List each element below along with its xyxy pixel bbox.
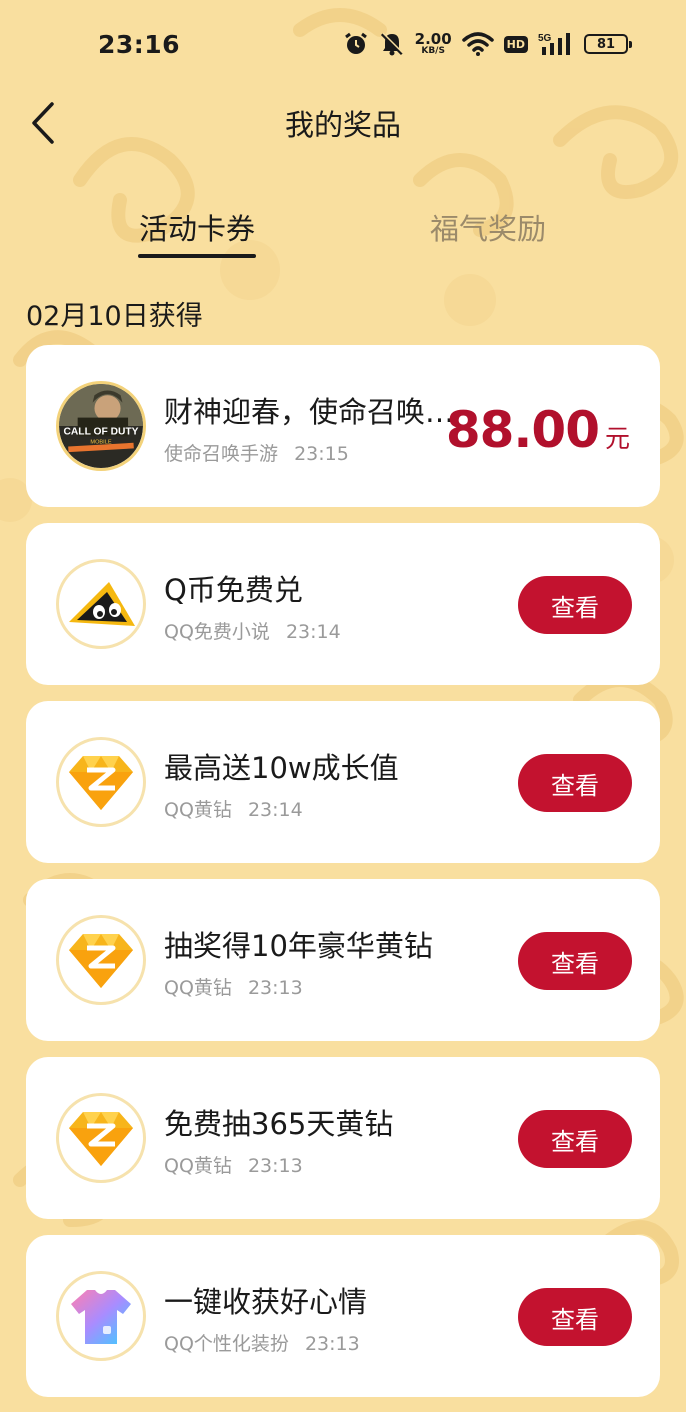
prize-time: 23:13 (304, 1333, 360, 1355)
wifi-icon (461, 32, 494, 56)
prize-meta: QQ黄钻 23:14 (164, 795, 303, 822)
yellow-diamond-icon (56, 915, 146, 1005)
net-speed-value: 2.00 (414, 30, 452, 48)
prize-card[interactable]: 一键收获好心情 QQ个性化装扮 23:13 查看 (26, 1235, 660, 1397)
prize-source: QQ黄钻 (164, 1155, 232, 1177)
call-of-duty-logo: CALL OF DUTY MOBILE (56, 381, 146, 471)
prize-card[interactable]: 最高送10w成长值 QQ黄钻 23:14 查看 (26, 701, 660, 863)
prize-source: QQ个性化装扮 (164, 1333, 289, 1355)
network-label: 5G (538, 33, 552, 44)
prize-title: 免费抽365天黄钻 (164, 1107, 394, 1141)
prize-source: 使命召唤手游 (164, 443, 279, 465)
prize-meta: QQ黄钻 23:13 (164, 973, 303, 1000)
tab-activity-coupons[interactable]: 活动卡券 (127, 206, 267, 248)
prize-meta: QQ个性化装扮 23:13 (164, 1329, 360, 1356)
alarm-icon (344, 32, 367, 54)
prize-amount: 88.00 元 (446, 401, 630, 459)
prize-meta: 使命召唤手游 23:15 (164, 439, 349, 466)
active-tab-indicator (138, 254, 256, 258)
page-title: 我的奖品 (284, 108, 401, 142)
yellow-diamond-icon (56, 737, 146, 827)
prize-amount-value: 88.00 (445, 401, 600, 459)
prize-card[interactable]: 免费抽365天黄钻 QQ黄钻 23:13 查看 (26, 1057, 660, 1219)
header: 我的奖品 (0, 88, 686, 158)
prize-source: QQ黄钻 (164, 799, 232, 821)
prize-source: QQ黄钻 (164, 977, 232, 999)
date-heading: 02月10日获得 (26, 301, 203, 332)
svg-text:MOBILE: MOBILE (90, 440, 111, 446)
back-button[interactable] (24, 98, 64, 148)
prize-title: 财神迎春，使命召唤… (164, 395, 454, 429)
prize-title: 一键收获好心情 (164, 1285, 368, 1319)
prize-time: 23:13 (247, 1155, 303, 1177)
prize-time: 23:13 (247, 977, 303, 999)
net-speed: 2.00 KB/S (415, 32, 452, 56)
tshirt-icon (56, 1271, 146, 1361)
prize-time: 23:15 (294, 443, 349, 465)
prize-title: Q币免费兑 (164, 573, 303, 607)
view-button[interactable]: 查看 (518, 576, 632, 634)
prize-time: 23:14 (285, 621, 341, 643)
qq-novel-icon (56, 559, 146, 649)
prize-time: 23:14 (247, 799, 303, 821)
view-button[interactable]: 查看 (518, 932, 632, 990)
view-button[interactable]: 查看 (518, 754, 632, 812)
view-button[interactable]: 查看 (518, 1288, 632, 1346)
status-icons: 2.00 KB/S HD 5G 81 (343, 31, 632, 57)
prize-meta: QQ免费小说 23:14 (164, 617, 341, 644)
chevron-left-icon (32, 102, 54, 144)
prize-source: QQ免费小说 (164, 621, 270, 643)
battery-level: 81 (596, 36, 616, 52)
view-button[interactable]: 查看 (518, 1110, 632, 1168)
prize-title: 抽奖得10年豪华黄钻 (164, 929, 433, 963)
prize-card[interactable]: Q币免费兑 QQ免费小说 23:14 查看 (26, 523, 660, 685)
svg-text:CALL OF DUTY: CALL OF DUTY (64, 426, 139, 437)
hd-badge: HD (503, 35, 528, 53)
battery-icon: 81 (584, 34, 632, 54)
net-speed-unit: KB/S (421, 46, 445, 56)
prize-title: 最高送10w成长值 (164, 751, 399, 785)
yellow-diamond-icon (56, 1093, 146, 1183)
status-bar: 23:16 2.00 KB/S HD 5G 81 (0, 0, 686, 88)
tab-fortune-rewards[interactable]: 福气奖励 (418, 206, 558, 248)
status-time: 23:16 (98, 29, 181, 59)
prize-meta: QQ黄钻 23:13 (164, 1151, 303, 1178)
mute-icon (380, 32, 404, 56)
prize-card[interactable]: 抽奖得10年豪华黄钻 QQ黄钻 23:13 查看 (26, 879, 660, 1041)
signal-icon: 5G (538, 33, 570, 55)
prize-card[interactable]: CALL OF DUTY MOBILE 财神迎春，使命召唤… 使命召唤手游 23… (26, 345, 660, 507)
prize-amount-unit: 元 (604, 424, 630, 453)
